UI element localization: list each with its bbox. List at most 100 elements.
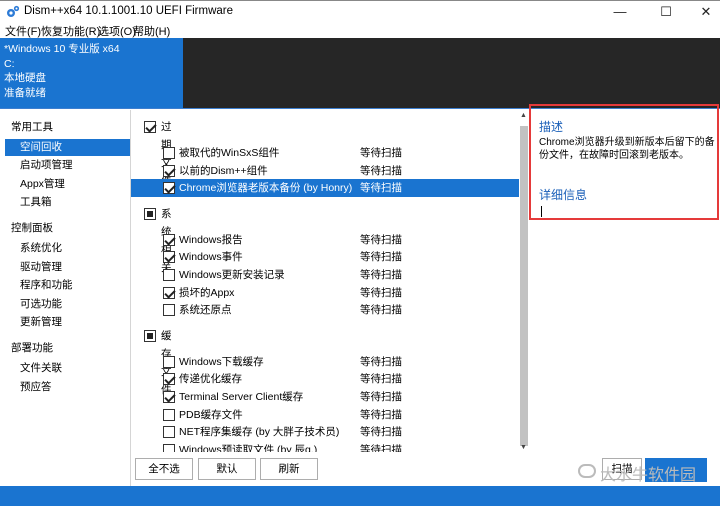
cleanup-item-row[interactable]: 损坏的Appx 等待扫描 bbox=[131, 284, 519, 302]
item-label: 以前的Dism++组件 bbox=[179, 164, 268, 177]
item-label: Windows预读取文件 (by 辰g.) bbox=[179, 443, 318, 452]
watermark: 大水牛软件园 bbox=[578, 461, 696, 485]
scroll-thumb[interactable] bbox=[520, 126, 528, 446]
menu-options[interactable]: 选项(O) bbox=[98, 23, 136, 39]
sidebar-item-file-assoc[interactable]: 文件关联 bbox=[5, 360, 130, 377]
watermark-text: 大水牛软件园 bbox=[600, 467, 697, 484]
group-checkbox[interactable] bbox=[144, 207, 156, 220]
list-scrollbar[interactable]: ▲ ▼ bbox=[519, 110, 529, 452]
sidebar-item-programs[interactable]: 程序和功能 bbox=[5, 277, 130, 294]
group-checkbox[interactable] bbox=[144, 121, 156, 133]
item-checkbox[interactable] bbox=[163, 233, 175, 246]
sidebar-item-startup[interactable]: 启动项管理 bbox=[5, 157, 130, 174]
item-checkbox[interactable] bbox=[163, 355, 175, 368]
scroll-up-arrow-icon[interactable]: ▲ bbox=[520, 112, 527, 119]
item-checkbox[interactable] bbox=[163, 286, 175, 299]
menu-help[interactable]: 帮助(H) bbox=[133, 23, 170, 39]
item-checkbox[interactable] bbox=[163, 164, 175, 177]
item-checkbox[interactable] bbox=[163, 408, 175, 421]
sidebar-item-system-optimize[interactable]: 系统优化 bbox=[5, 240, 130, 257]
cleanup-item-row[interactable]: 传递优化缓存 等待扫描 bbox=[131, 370, 519, 388]
item-checkbox[interactable] bbox=[163, 443, 175, 452]
item-status: 等待扫描 bbox=[360, 269, 402, 281]
item-label: Windows下载缓存 bbox=[179, 355, 264, 368]
sidebar-item-drivers[interactable]: 驱动管理 bbox=[5, 259, 130, 276]
cleanup-item-row[interactable]: Windows更新安装记录 等待扫描 bbox=[131, 266, 519, 284]
item-label: NET程序集缓存 (by 大胖子技术员) bbox=[179, 426, 340, 439]
item-status: 等待扫描 bbox=[360, 286, 402, 299]
info-dark-panel bbox=[183, 38, 720, 108]
group-checkbox[interactable] bbox=[144, 329, 156, 342]
title-bar: Dism++x64 10.1.1001.10 UEFI Firmware — ☐… bbox=[0, 0, 720, 22]
item-label: Windows更新安装记录 bbox=[179, 269, 285, 281]
scroll-down-arrow-icon[interactable]: ▼ bbox=[520, 444, 527, 451]
cleanup-item-row[interactable]: 以前的Dism++组件 等待扫描 bbox=[131, 162, 519, 180]
cleanup-item-row[interactable]: Windows报告 等待扫描 bbox=[131, 231, 519, 249]
select-none-button[interactable]: 全不选 bbox=[135, 458, 193, 480]
drive-letter: C: bbox=[4, 57, 15, 70]
cleanup-item-row[interactable]: Chrome浏览器老版本备份 (by Honry) 等待扫描 bbox=[131, 179, 519, 198]
cleanup-item-row[interactable]: Terminal Server Client缓存 等待扫描 bbox=[131, 388, 519, 406]
menu-restore[interactable]: 恢复功能(R) bbox=[41, 23, 100, 39]
menu-file[interactable]: 文件(F) bbox=[5, 23, 41, 39]
status-bar bbox=[0, 486, 720, 506]
item-checkbox[interactable] bbox=[163, 304, 175, 317]
item-status: 等待扫描 bbox=[360, 182, 402, 195]
item-status: 等待扫描 bbox=[360, 147, 402, 159]
item-label: 被取代的WinSxS组件 bbox=[179, 147, 280, 159]
item-status: 等待扫描 bbox=[360, 164, 402, 177]
sidebar-item-appx[interactable]: Appx管理 bbox=[5, 176, 130, 193]
item-status: 等待扫描 bbox=[360, 391, 402, 403]
item-checkbox[interactable] bbox=[163, 426, 175, 439]
system-info-panel[interactable]: *Windows 10 专业版 x64 C: 本地硬盘 准备就绪 bbox=[0, 38, 183, 108]
item-label: PDB缓存文件 bbox=[179, 408, 243, 421]
menu-bar: 文件(F) 恢复功能(R) 选项(O) 帮助(H) bbox=[0, 22, 720, 38]
detail-panel: 描述 Chrome浏览器升级到新版本后留下的备份文件，在故障时回滚到老版本。 详… bbox=[529, 104, 719, 220]
item-status: 等待扫描 bbox=[360, 373, 402, 386]
item-checkbox[interactable] bbox=[163, 269, 175, 281]
item-checkbox[interactable] bbox=[163, 251, 175, 264]
item-label: Windows事件 bbox=[179, 251, 243, 264]
sidebar-item-answer-file[interactable]: 预应答 bbox=[5, 379, 130, 396]
maximize-button[interactable]: ☐ bbox=[648, 3, 684, 21]
close-button[interactable]: ✕ bbox=[688, 3, 720, 21]
item-checkbox[interactable] bbox=[163, 391, 175, 403]
os-name: *Windows 10 专业版 x64 bbox=[4, 43, 120, 55]
cleanup-item-row[interactable]: Windows预读取文件 (by 辰g.) 等待扫描 bbox=[131, 441, 519, 452]
cleanup-item-row[interactable]: NET程序集缓存 (by 大胖子技术员) 等待扫描 bbox=[131, 423, 519, 441]
item-status: 等待扫描 bbox=[360, 443, 402, 452]
cleanup-item-row[interactable]: Windows事件 等待扫描 bbox=[131, 248, 519, 266]
refresh-button[interactable]: 刷新 bbox=[260, 458, 318, 480]
sidebar-group-deploy: 部署功能 bbox=[11, 342, 53, 354]
wechat-icon bbox=[578, 464, 596, 478]
item-status: 等待扫描 bbox=[360, 251, 402, 264]
item-status: 等待扫描 bbox=[360, 426, 402, 439]
sidebar-item-space-reclaim[interactable]: 空间回收 bbox=[5, 139, 130, 156]
item-status: 等待扫描 bbox=[360, 233, 402, 246]
sidebar-group-common-tools: 常用工具 bbox=[11, 121, 53, 133]
item-checkbox[interactable] bbox=[163, 147, 175, 159]
item-checkbox[interactable] bbox=[163, 182, 175, 195]
item-checkbox[interactable] bbox=[163, 373, 175, 386]
sidebar-item-optional-features[interactable]: 可选功能 bbox=[5, 296, 130, 313]
details-heading: 详细信息 bbox=[539, 188, 588, 202]
text-caret bbox=[541, 206, 542, 217]
minimize-button[interactable]: — bbox=[602, 3, 638, 21]
item-label: Terminal Server Client缓存 bbox=[179, 391, 304, 403]
system-status: 准备就绪 bbox=[4, 86, 46, 99]
default-button[interactable]: 默认 bbox=[198, 458, 256, 480]
description-text: Chrome浏览器升级到新版本后留下的备份文件，在故障时回滚到老版本。 bbox=[539, 137, 715, 161]
item-label: 传递优化缓存 bbox=[179, 373, 242, 386]
sidebar: 常用工具 空间回收 启动项管理 Appx管理 工具箱 控制面板 系统优化 驱动管… bbox=[0, 110, 131, 486]
item-status: 等待扫描 bbox=[360, 355, 402, 368]
item-label: 损坏的Appx bbox=[179, 286, 235, 299]
item-label: Windows报告 bbox=[179, 233, 243, 246]
sidebar-item-updates[interactable]: 更新管理 bbox=[5, 314, 130, 331]
cleanup-item-row[interactable]: 被取代的WinSxS组件 等待扫描 bbox=[131, 144, 519, 162]
cleanup-item-row[interactable]: PDB缓存文件 等待扫描 bbox=[131, 406, 519, 424]
sidebar-item-toolbox[interactable]: 工具箱 bbox=[5, 194, 130, 211]
sidebar-group-control-panel: 控制面板 bbox=[11, 222, 53, 234]
item-status: 等待扫描 bbox=[360, 408, 402, 421]
cleanup-item-row[interactable]: 系统还原点 等待扫描 bbox=[131, 301, 519, 319]
cleanup-item-row[interactable]: Windows下载缓存 等待扫描 bbox=[131, 353, 519, 371]
